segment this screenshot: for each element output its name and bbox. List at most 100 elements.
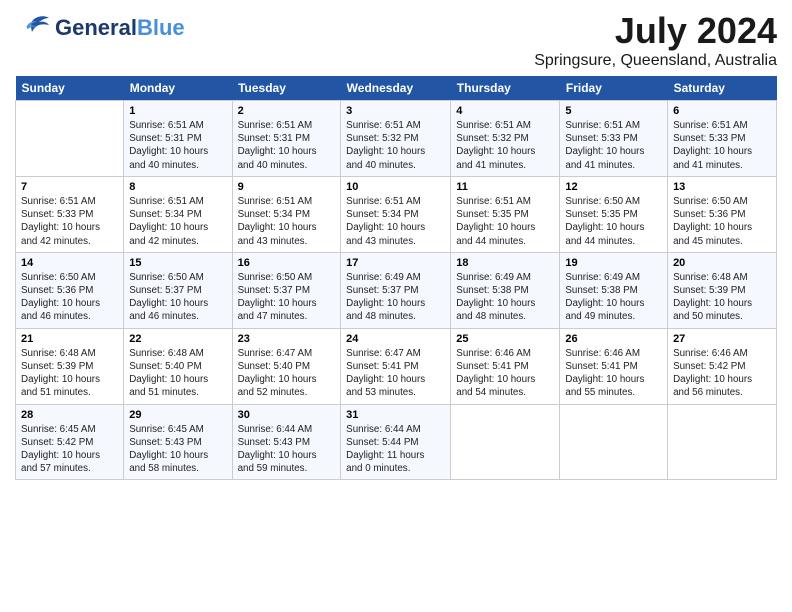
- table-row: [16, 101, 124, 177]
- day-number: 23: [238, 333, 336, 345]
- day-info: Sunrise: 6:45 AMSunset: 5:43 PMDaylight:…: [129, 423, 226, 476]
- table-row: 5 Sunrise: 6:51 AMSunset: 5:33 PMDaylight…: [560, 101, 668, 177]
- day-number: 3: [346, 105, 445, 117]
- day-number: 6: [673, 105, 771, 117]
- day-info: Sunrise: 6:51 AMSunset: 5:34 PMDaylight:…: [129, 195, 226, 248]
- table-row: 4 Sunrise: 6:51 AMSunset: 5:32 PMDaylight…: [451, 101, 560, 177]
- calendar-header-row: Sunday Monday Tuesday Wednesday Thursday…: [16, 76, 777, 101]
- table-row: 21Sunrise: 6:48 AMSunset: 5:39 PMDayligh…: [16, 328, 124, 404]
- table-row: 22 Sunrise: 6:48 AMSunset: 5:40 PMDayligh…: [124, 328, 232, 404]
- day-number: 9: [238, 181, 336, 193]
- table-row: 1 Sunrise: 6:51 AMSunset: 5:31 PMDaylight…: [124, 101, 232, 177]
- day-info: Sunrise: 6:46 AMSunset: 5:41 PMDaylight:…: [565, 347, 662, 400]
- day-info: Sunrise: 6:44 AMSunset: 5:43 PMDaylight:…: [238, 423, 336, 476]
- table-row: 31 Sunrise: 6:44 AMSunset: 5:44 PMDayligh…: [341, 404, 451, 480]
- table-row: 27Sunrise: 6:46 AMSunset: 5:42 PMDayligh…: [668, 328, 777, 404]
- logo: General Blue: [15, 10, 185, 46]
- day-info: Sunrise: 6:49 AMSunset: 5:38 PMDaylight:…: [565, 271, 662, 324]
- table-row: 26 Sunrise: 6:46 AMSunset: 5:41 PMDayligh…: [560, 328, 668, 404]
- table-row: 16 Sunrise: 6:50 AMSunset: 5:37 PMDayligh…: [232, 252, 341, 328]
- day-number: 22: [129, 333, 226, 345]
- calendar-week-row: 1 Sunrise: 6:51 AMSunset: 5:31 PMDaylight…: [16, 101, 777, 177]
- day-info: Sunrise: 6:51 AMSunset: 5:33 PMDaylight:…: [673, 119, 771, 172]
- day-info: Sunrise: 6:48 AMSunset: 5:40 PMDaylight:…: [129, 347, 226, 400]
- calendar-week-row: 14Sunrise: 6:50 AMSunset: 5:36 PMDayligh…: [16, 252, 777, 328]
- day-info: Sunrise: 6:51 AMSunset: 5:32 PMDaylight:…: [456, 119, 554, 172]
- col-sunday: Sunday: [16, 76, 124, 101]
- day-info: Sunrise: 6:46 AMSunset: 5:41 PMDaylight:…: [456, 347, 554, 400]
- table-row: 10 Sunrise: 6:51 AMSunset: 5:34 PMDayligh…: [341, 176, 451, 252]
- day-info: Sunrise: 6:50 AMSunset: 5:35 PMDaylight:…: [565, 195, 662, 248]
- day-number: 12: [565, 181, 662, 193]
- table-row: [451, 404, 560, 480]
- day-info: Sunrise: 6:48 AMSunset: 5:39 PMDaylight:…: [21, 347, 118, 400]
- day-number: 19: [565, 257, 662, 269]
- day-info: Sunrise: 6:45 AMSunset: 5:42 PMDaylight:…: [21, 423, 118, 476]
- col-friday: Friday: [560, 76, 668, 101]
- day-info: Sunrise: 6:51 AMSunset: 5:33 PMDaylight:…: [21, 195, 118, 248]
- day-info: Sunrise: 6:49 AMSunset: 5:38 PMDaylight:…: [456, 271, 554, 324]
- day-number: 15: [129, 257, 226, 269]
- day-number: 16: [238, 257, 336, 269]
- day-info: Sunrise: 6:48 AMSunset: 5:39 PMDaylight:…: [673, 271, 771, 324]
- col-wednesday: Wednesday: [341, 76, 451, 101]
- day-number: 26: [565, 333, 662, 345]
- page-header: General Blue July 2024 Springsure, Queen…: [15, 10, 777, 70]
- day-info: Sunrise: 6:51 AMSunset: 5:34 PMDaylight:…: [346, 195, 445, 248]
- calendar-table: Sunday Monday Tuesday Wednesday Thursday…: [15, 76, 777, 480]
- calendar-week-row: 28 Sunrise: 6:45 AMSunset: 5:42 PMDayligh…: [16, 404, 777, 480]
- table-row: 20 Sunrise: 6:48 AMSunset: 5:39 PMDayligh…: [668, 252, 777, 328]
- day-number: 20: [673, 257, 771, 269]
- table-row: 23 Sunrise: 6:47 AMSunset: 5:40 PMDayligh…: [232, 328, 341, 404]
- table-row: 7 Sunrise: 6:51 AMSunset: 5:33 PMDaylight…: [16, 176, 124, 252]
- table-row: 25 Sunrise: 6:46 AMSunset: 5:41 PMDayligh…: [451, 328, 560, 404]
- day-number: 17: [346, 257, 445, 269]
- day-number: 10: [346, 181, 445, 193]
- day-number: 8: [129, 181, 226, 193]
- col-saturday: Saturday: [668, 76, 777, 101]
- table-row: 12 Sunrise: 6:50 AMSunset: 5:35 PMDayligh…: [560, 176, 668, 252]
- day-info: Sunrise: 6:50 AMSunset: 5:36 PMDaylight:…: [673, 195, 771, 248]
- day-info: Sunrise: 6:51 AMSunset: 5:32 PMDaylight:…: [346, 119, 445, 172]
- table-row: 11Sunrise: 6:51 AMSunset: 5:35 PMDayligh…: [451, 176, 560, 252]
- day-info: Sunrise: 6:51 AMSunset: 5:34 PMDaylight:…: [238, 195, 336, 248]
- day-number: 5: [565, 105, 662, 117]
- calendar-week-row: 7 Sunrise: 6:51 AMSunset: 5:33 PMDaylight…: [16, 176, 777, 252]
- logo-general: General: [55, 15, 137, 41]
- day-info: Sunrise: 6:51 AMSunset: 5:31 PMDaylight:…: [238, 119, 336, 172]
- table-row: 6 Sunrise: 6:51 AMSunset: 5:33 PMDaylight…: [668, 101, 777, 177]
- col-tuesday: Tuesday: [232, 76, 341, 101]
- day-info: Sunrise: 6:50 AMSunset: 5:37 PMDaylight:…: [129, 271, 226, 324]
- day-number: 31: [346, 409, 445, 421]
- calendar-week-row: 21Sunrise: 6:48 AMSunset: 5:39 PMDayligh…: [16, 328, 777, 404]
- day-number: 4: [456, 105, 554, 117]
- table-row: 13Sunrise: 6:50 AMSunset: 5:36 PMDayligh…: [668, 176, 777, 252]
- col-monday: Monday: [124, 76, 232, 101]
- table-row: 28 Sunrise: 6:45 AMSunset: 5:42 PMDayligh…: [16, 404, 124, 480]
- day-info: Sunrise: 6:50 AMSunset: 5:36 PMDaylight:…: [21, 271, 118, 324]
- logo-blue: Blue: [137, 15, 185, 41]
- col-thursday: Thursday: [451, 76, 560, 101]
- day-info: Sunrise: 6:51 AMSunset: 5:33 PMDaylight:…: [565, 119, 662, 172]
- day-number: 25: [456, 333, 554, 345]
- day-info: Sunrise: 6:44 AMSunset: 5:44 PMDaylight:…: [346, 423, 445, 476]
- table-row: 30Sunrise: 6:44 AMSunset: 5:43 PMDayligh…: [232, 404, 341, 480]
- day-number: 27: [673, 333, 771, 345]
- logo-text-block: General Blue: [55, 15, 185, 41]
- day-info: Sunrise: 6:51 AMSunset: 5:31 PMDaylight:…: [129, 119, 226, 172]
- calendar-subtitle: Springsure, Queensland, Australia: [534, 52, 777, 70]
- day-number: 28: [21, 409, 118, 421]
- day-info: Sunrise: 6:50 AMSunset: 5:37 PMDaylight:…: [238, 271, 336, 324]
- day-number: 29: [129, 409, 226, 421]
- table-row: 2Sunrise: 6:51 AMSunset: 5:31 PMDaylight…: [232, 101, 341, 177]
- table-row: 24Sunrise: 6:47 AMSunset: 5:41 PMDayligh…: [341, 328, 451, 404]
- table-row: 9 Sunrise: 6:51 AMSunset: 5:34 PMDaylight…: [232, 176, 341, 252]
- table-row: 18 Sunrise: 6:49 AMSunset: 5:38 PMDayligh…: [451, 252, 560, 328]
- day-info: Sunrise: 6:47 AMSunset: 5:40 PMDaylight:…: [238, 347, 336, 400]
- day-number: 18: [456, 257, 554, 269]
- day-info: Sunrise: 6:51 AMSunset: 5:35 PMDaylight:…: [456, 195, 554, 248]
- table-row: 8 Sunrise: 6:51 AMSunset: 5:34 PMDaylight…: [124, 176, 232, 252]
- day-number: 1: [129, 105, 226, 117]
- day-number: 24: [346, 333, 445, 345]
- day-number: 7: [21, 181, 118, 193]
